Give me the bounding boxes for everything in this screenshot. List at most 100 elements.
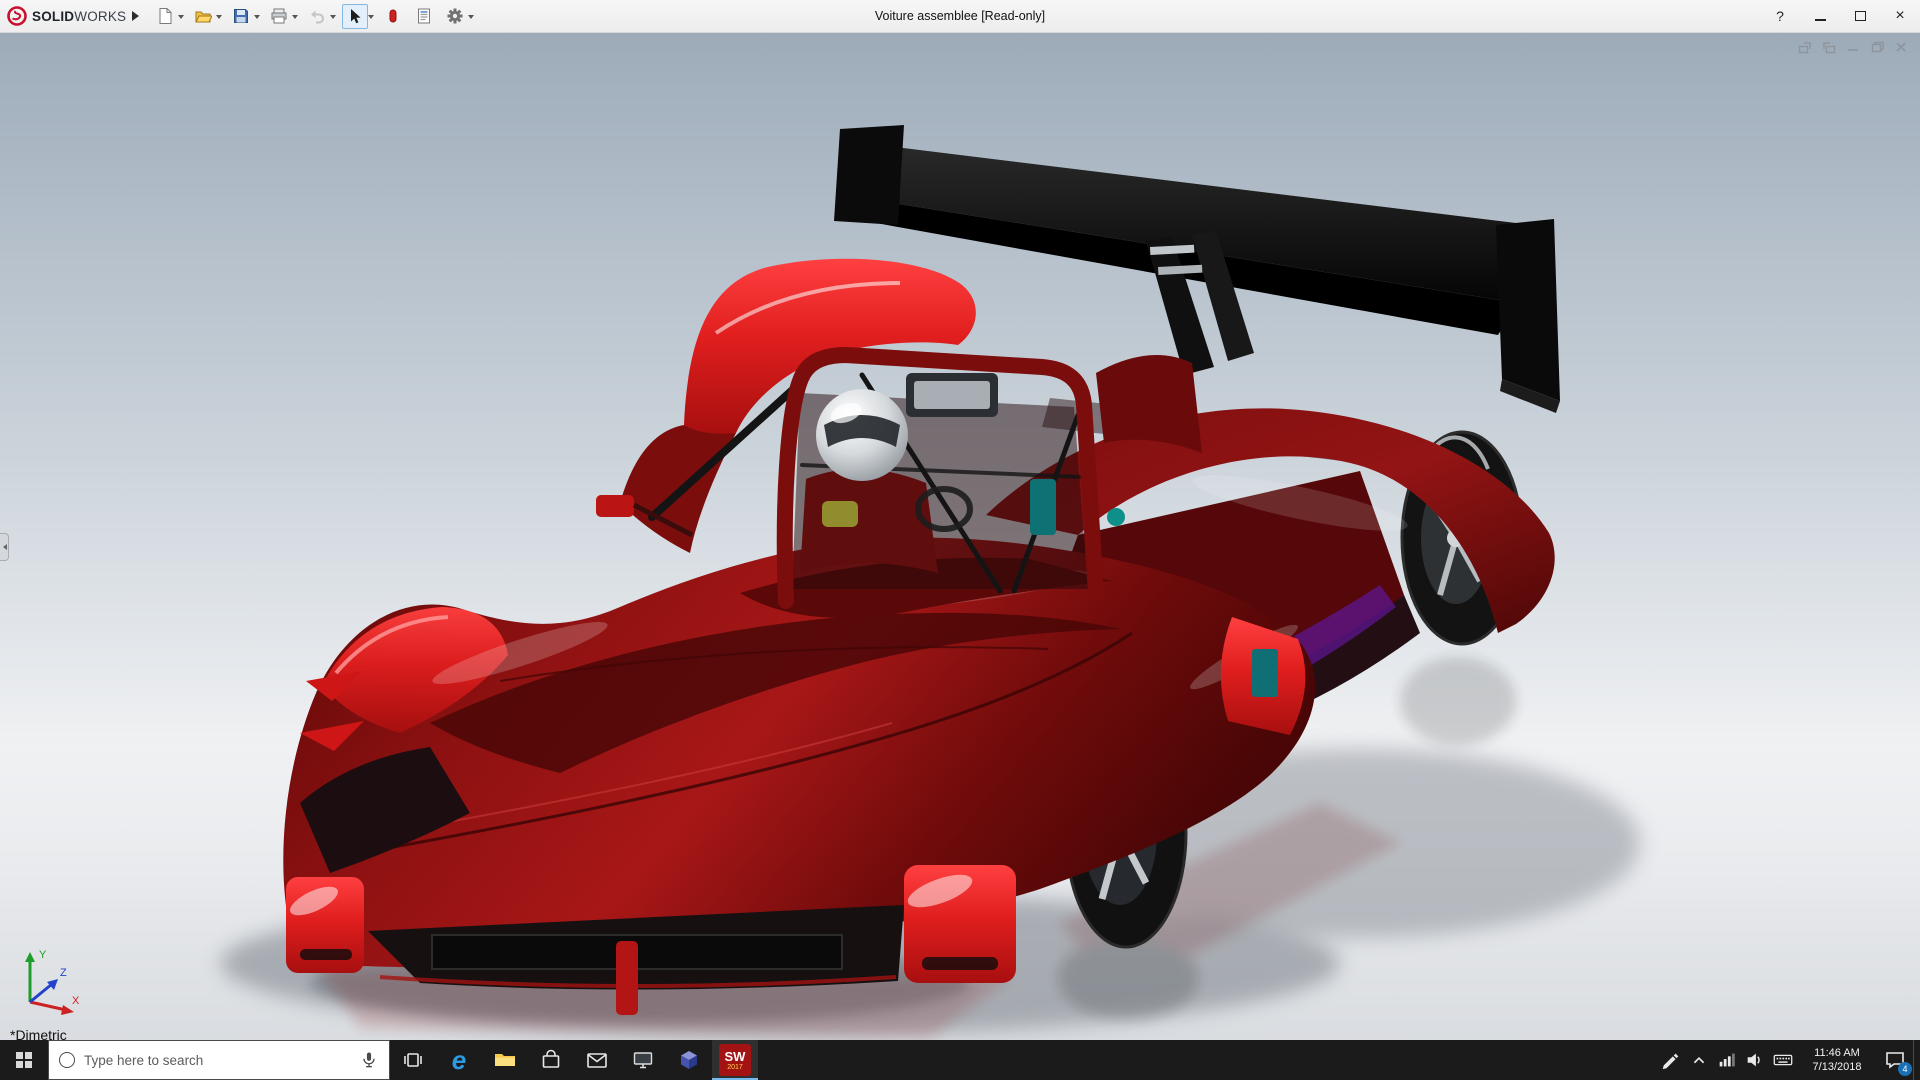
orientation-triad: Y X Z xyxy=(12,944,84,1022)
open-folder-icon xyxy=(194,7,212,25)
options-button[interactable] xyxy=(442,4,468,29)
print-icon xyxy=(270,7,288,25)
gear-icon xyxy=(446,7,464,25)
document-window-controls xyxy=(1796,38,1910,56)
print-dropdown-caret[interactable] xyxy=(292,15,298,22)
clock-date: 7/13/2018 xyxy=(1813,1060,1862,1074)
windows-ink-button[interactable] xyxy=(1657,1040,1685,1080)
doc-split-right-icon xyxy=(1821,39,1837,55)
screen: SOLIDWORKS xyxy=(0,0,1920,1080)
print-button[interactable] xyxy=(266,4,292,29)
panel-collapse-handle[interactable] xyxy=(0,533,9,561)
doc-minimize-button[interactable] xyxy=(1844,38,1862,56)
hidden-icons-button[interactable] xyxy=(1685,1040,1713,1080)
new-document-icon xyxy=(156,7,174,25)
main-toolbar xyxy=(152,4,478,29)
show-desktop-button[interactable] xyxy=(1913,1040,1920,1080)
system-tray: 11:46 AM 7/13/2018 4 xyxy=(1657,1040,1920,1080)
notification-badge: 4 xyxy=(1898,1062,1912,1076)
doc-restore-button[interactable] xyxy=(1868,38,1886,56)
help-button[interactable]: ? xyxy=(1760,0,1800,32)
view-orientation-label: *Dimetric xyxy=(10,1027,67,1040)
save-button[interactable] xyxy=(228,4,254,29)
edge-button[interactable]: e xyxy=(436,1040,482,1080)
monitor-icon xyxy=(631,1048,655,1072)
windows-logo-icon xyxy=(16,1052,33,1069)
network-signal-icon xyxy=(1716,1049,1738,1071)
pen-icon xyxy=(1660,1049,1682,1071)
action-center-button[interactable]: 4 xyxy=(1877,1040,1913,1080)
solidworks-app-button[interactable]: SW 2017 xyxy=(712,1040,758,1080)
save-dropdown-caret[interactable] xyxy=(254,15,260,22)
select-dropdown-caret[interactable] xyxy=(368,15,374,22)
doc-split-right-button[interactable] xyxy=(1820,38,1838,56)
red-capsule-icon xyxy=(384,7,402,25)
brand-works: WORKS xyxy=(74,9,126,24)
keyboard-icon xyxy=(1772,1049,1794,1071)
store-button[interactable] xyxy=(528,1040,574,1080)
file-explorer-button[interactable] xyxy=(482,1040,528,1080)
undo-icon xyxy=(308,7,326,25)
solidworks-logo: SOLIDWORKS xyxy=(6,5,126,27)
doc-close-icon xyxy=(1893,39,1909,55)
taskbar-clock[interactable]: 11:46 AM 7/13/2018 xyxy=(1797,1040,1877,1080)
cube-3d-icon xyxy=(677,1048,701,1072)
options-dropdown-caret[interactable] xyxy=(468,15,474,22)
solidworks-app-icon: SW 2017 xyxy=(719,1044,751,1076)
red-capsule-button[interactable] xyxy=(380,4,406,29)
file-explorer-icon xyxy=(493,1048,517,1072)
new-document-button[interactable] xyxy=(152,4,178,29)
3d-viewport-canvas[interactable] xyxy=(0,33,1920,1040)
axis-x-label: X xyxy=(72,995,80,1007)
open-dropdown-caret[interactable] xyxy=(216,15,222,22)
axis-y-label: Y xyxy=(39,949,47,961)
doc-split-left-icon xyxy=(1797,39,1813,55)
doc-split-left-button[interactable] xyxy=(1796,38,1814,56)
undo-dropdown-caret[interactable] xyxy=(330,15,336,22)
microphone-icon[interactable] xyxy=(359,1049,379,1071)
file-properties-icon xyxy=(415,7,433,25)
speaker-icon xyxy=(1744,1049,1766,1071)
minimize-button[interactable] xyxy=(1800,0,1840,32)
mail-envelope-icon xyxy=(585,1048,609,1072)
task-view-icon xyxy=(401,1048,425,1072)
open-button[interactable] xyxy=(190,4,216,29)
sw-label: SW xyxy=(725,1050,746,1063)
start-button[interactable] xyxy=(0,1040,48,1080)
brand-solid: SOLID xyxy=(32,9,74,24)
doc-restore-icon xyxy=(1869,39,1885,55)
store-bag-icon xyxy=(539,1048,563,1072)
select-cursor-icon xyxy=(346,7,364,25)
edge-icon: e xyxy=(452,1047,466,1073)
network-button[interactable] xyxy=(1713,1040,1741,1080)
sw-year: 2017 xyxy=(727,1064,743,1071)
windows-taskbar: e xyxy=(0,1040,1920,1080)
file-properties-button[interactable] xyxy=(411,4,437,29)
new-dropdown-caret[interactable] xyxy=(178,15,184,22)
cortana-icon xyxy=(59,1052,75,1068)
doc-close-button[interactable] xyxy=(1892,38,1910,56)
window-title: Voiture assemblee [Read-only] xyxy=(875,9,1045,23)
task-view-button[interactable] xyxy=(390,1040,436,1080)
app-titlebar: SOLIDWORKS xyxy=(0,0,1920,33)
graphics-viewport[interactable]: Y X Z *Dimetric xyxy=(0,33,1920,1040)
clock-time: 11:46 AM xyxy=(1814,1046,1860,1060)
minimize-icon xyxy=(1815,19,1826,21)
left-triangle-icon xyxy=(0,544,7,550)
undo-button[interactable] xyxy=(304,4,330,29)
close-button[interactable]: × xyxy=(1880,0,1920,32)
toolbar-expand-arrow[interactable] xyxy=(130,5,146,27)
select-tool-button[interactable] xyxy=(342,4,368,29)
maximize-button[interactable] xyxy=(1840,0,1880,32)
volume-button[interactable] xyxy=(1741,1040,1769,1080)
cube-3d-app-button[interactable] xyxy=(666,1040,712,1080)
maximize-icon xyxy=(1855,11,1866,21)
window-controls: ? × xyxy=(1760,0,1920,32)
axis-z-label: Z xyxy=(60,967,67,979)
search-input[interactable] xyxy=(84,1053,350,1068)
touch-keyboard-button[interactable] xyxy=(1769,1040,1797,1080)
monitor-app-button[interactable] xyxy=(620,1040,666,1080)
mail-button[interactable] xyxy=(574,1040,620,1080)
taskbar-search[interactable] xyxy=(48,1040,390,1080)
brand-text: SOLIDWORKS xyxy=(32,9,126,24)
